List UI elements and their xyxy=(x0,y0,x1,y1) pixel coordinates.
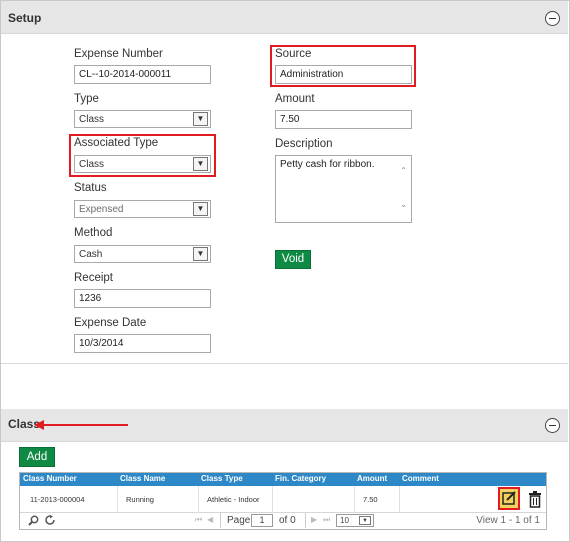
page-size-select[interactable]: 10 ▼ xyxy=(336,514,374,527)
cell-class-number: 11-2013-000004 xyxy=(30,495,85,504)
dropdown-arrow-icon[interactable]: ▼ xyxy=(193,157,208,171)
dropdown-arrow-icon[interactable]: ▼ xyxy=(193,112,208,126)
description-textarea[interactable]: Petty cash for ribbon. ⌃ ⌄ xyxy=(275,155,412,223)
next-page-icon[interactable]: ▶ xyxy=(311,515,317,524)
dropdown-arrow-icon[interactable]: ▼ xyxy=(193,202,208,216)
setup-title: Setup xyxy=(8,11,42,25)
add-class-button[interactable]: Add xyxy=(19,447,55,467)
first-page-icon[interactable]: ⏮ xyxy=(195,515,202,525)
cell-class-type: Athletic - Indoor xyxy=(207,495,260,504)
page-size-value: 10 xyxy=(340,516,349,525)
column-divider xyxy=(198,486,199,513)
page-number-input[interactable]: 1 xyxy=(251,514,273,527)
search-icon[interactable] xyxy=(28,515,39,526)
dropdown-arrow-icon[interactable]: ▼ xyxy=(193,247,208,261)
description-label: Description xyxy=(275,138,333,150)
red-arrow-annotation-icon xyxy=(34,420,128,430)
grid-pager: ⏮ ◀ Page 1 of 0 ▶ ⏭ 10 ▼ View 1 - 1 of 1 xyxy=(20,513,546,529)
page-label: Page xyxy=(227,515,251,526)
method-select-value: Cash xyxy=(79,249,103,260)
column-divider xyxy=(117,486,118,513)
source-label: Source xyxy=(275,48,312,60)
method-label: Method xyxy=(74,227,113,239)
column-header-class-name[interactable]: Class Name xyxy=(120,474,165,483)
void-button[interactable]: Void xyxy=(275,250,311,269)
view-records-text: View 1 - 1 of 1 xyxy=(476,515,540,526)
column-header-amount[interactable]: Amount xyxy=(357,474,387,483)
type-select-value: Class xyxy=(79,114,105,125)
scroll-down-icon[interactable]: ⌄ xyxy=(400,200,407,209)
receipt-label: Receipt xyxy=(74,272,113,284)
associated-type-select[interactable]: Class ▼ xyxy=(74,155,211,173)
receipt-input[interactable]: 1236 xyxy=(74,289,211,308)
table-row[interactable]: 11-2013-000004 Running Athletic - Indoor… xyxy=(20,486,546,513)
column-header-comment[interactable]: Comment xyxy=(402,474,439,483)
last-page-icon[interactable]: ⏭ xyxy=(323,515,330,525)
amount-label: Amount xyxy=(275,93,315,105)
description-text: Petty cash for ribbon. xyxy=(280,159,375,170)
status-select[interactable]: Expensed ▼ xyxy=(74,200,211,218)
column-divider xyxy=(399,486,400,513)
method-select[interactable]: Cash ▼ xyxy=(74,245,211,263)
expense-number-input[interactable]: CL--10-2014-000011 xyxy=(74,65,211,84)
setup-panel-header: Setup xyxy=(1,1,568,34)
column-divider xyxy=(354,486,355,513)
amount-input[interactable]: 7.50 xyxy=(275,110,412,129)
class-collapse-icon[interactable] xyxy=(545,418,560,433)
scroll-up-icon[interactable]: ⌃ xyxy=(400,166,407,175)
type-label: Type xyxy=(74,93,99,105)
of-pages-label: of 0 xyxy=(279,515,296,526)
prev-page-icon[interactable]: ◀ xyxy=(207,515,213,524)
cell-amount: 7.50 xyxy=(363,495,378,504)
dropdown-arrow-icon[interactable]: ▼ xyxy=(359,516,371,525)
column-header-fin-category[interactable]: Fin. Category xyxy=(275,474,326,483)
cell-class-name: Running xyxy=(126,495,154,504)
setup-collapse-icon[interactable] xyxy=(545,11,560,26)
edit-icon xyxy=(502,491,516,505)
pager-divider xyxy=(220,513,221,528)
associated-type-label: Associated Type xyxy=(74,137,159,149)
status-select-value: Expensed xyxy=(79,204,124,215)
pager-divider xyxy=(305,513,306,528)
status-label: Status xyxy=(74,182,107,194)
edit-button[interactable] xyxy=(498,487,520,510)
associated-type-select-value: Class xyxy=(79,159,105,170)
source-input[interactable]: Administration xyxy=(275,65,412,84)
type-select[interactable]: Class ▼ xyxy=(74,110,211,128)
expense-date-input[interactable]: 10/3/2014 xyxy=(74,334,211,353)
refresh-icon[interactable] xyxy=(45,515,56,526)
column-header-class-type[interactable]: Class Type xyxy=(201,474,243,483)
trash-icon[interactable] xyxy=(528,490,542,508)
class-grid: Class Number Class Name Class Type Fin. … xyxy=(19,472,547,530)
expense-date-label: Expense Date xyxy=(74,317,147,329)
column-header-class-number[interactable]: Class Number xyxy=(23,474,77,483)
expense-number-label: Expense Number xyxy=(74,48,163,60)
column-divider xyxy=(272,486,273,513)
grid-header: Class Number Class Name Class Type Fin. … xyxy=(20,473,546,486)
